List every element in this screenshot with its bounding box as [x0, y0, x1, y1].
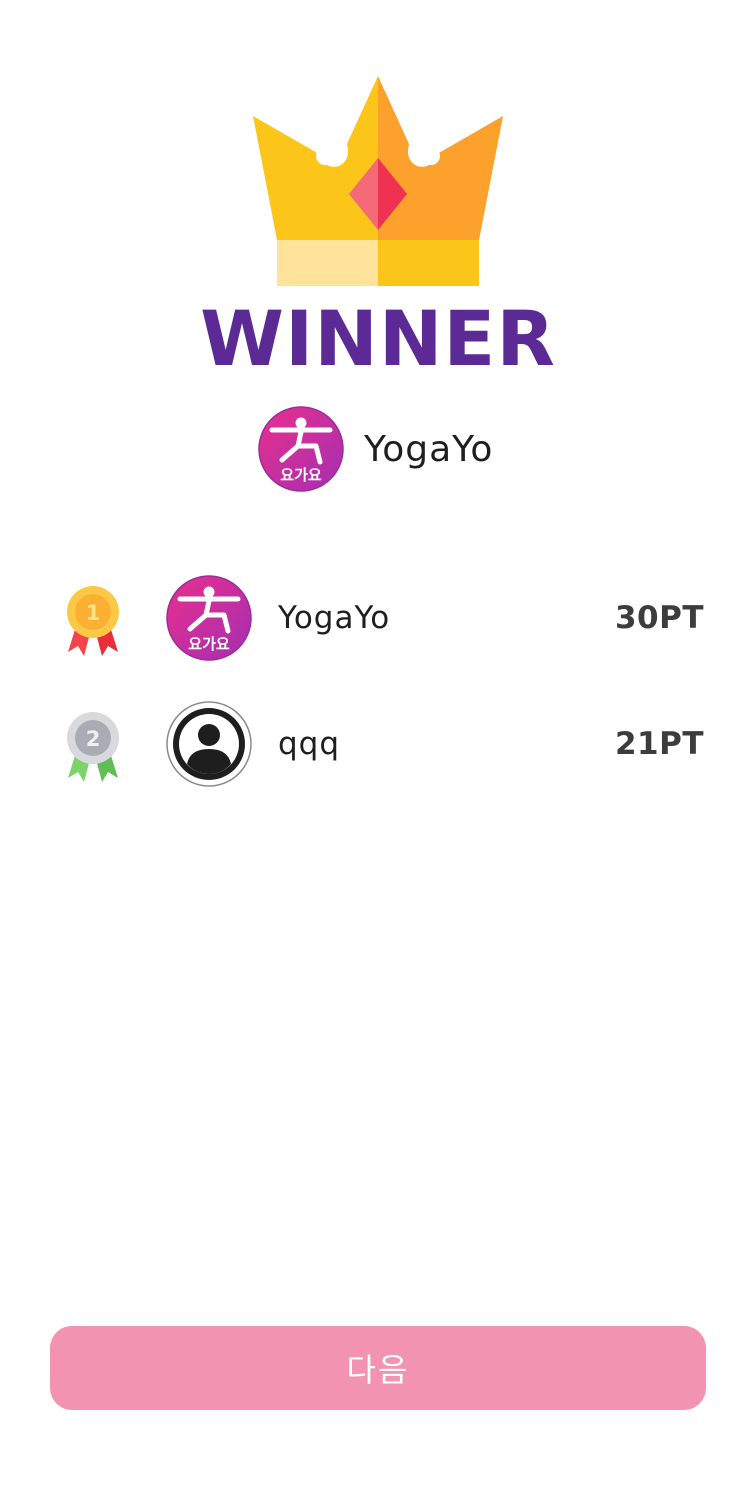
winner-avatar: 요가요 [258, 406, 344, 492]
winner-avatar-text: 요가요 [280, 466, 322, 484]
winner-name: YogaYo [364, 428, 494, 470]
player-score: 21PT [614, 726, 704, 762]
next-button[interactable]: 다음 [50, 1326, 706, 1410]
winner-info: 요가요 YogaYo [258, 406, 493, 492]
medal-rank-number: 2 [86, 727, 101, 751]
crown-icon [247, 70, 509, 292]
medal-rank-number: 1 [86, 601, 101, 625]
silver-medal-icon: 2 [62, 708, 124, 782]
default-avatar-icon [166, 701, 252, 787]
ranking-row: 1 요가요 YogaYo 30PT [0, 572, 756, 698]
gold-medal-icon: 1 [62, 582, 124, 656]
avatar-text: 요가요 [188, 635, 230, 653]
player-score: 30PT [614, 600, 704, 636]
avatar: 요가요 [166, 575, 252, 661]
winner-title: WINNER [200, 294, 556, 383]
player-name: YogaYo [278, 600, 391, 636]
player-name: qqq [278, 726, 341, 762]
ranking-row: 2 qqq 21PT [0, 698, 756, 824]
ranking-list: 1 요가요 YogaYo 30PT 2 qqq 21PT [0, 572, 756, 824]
